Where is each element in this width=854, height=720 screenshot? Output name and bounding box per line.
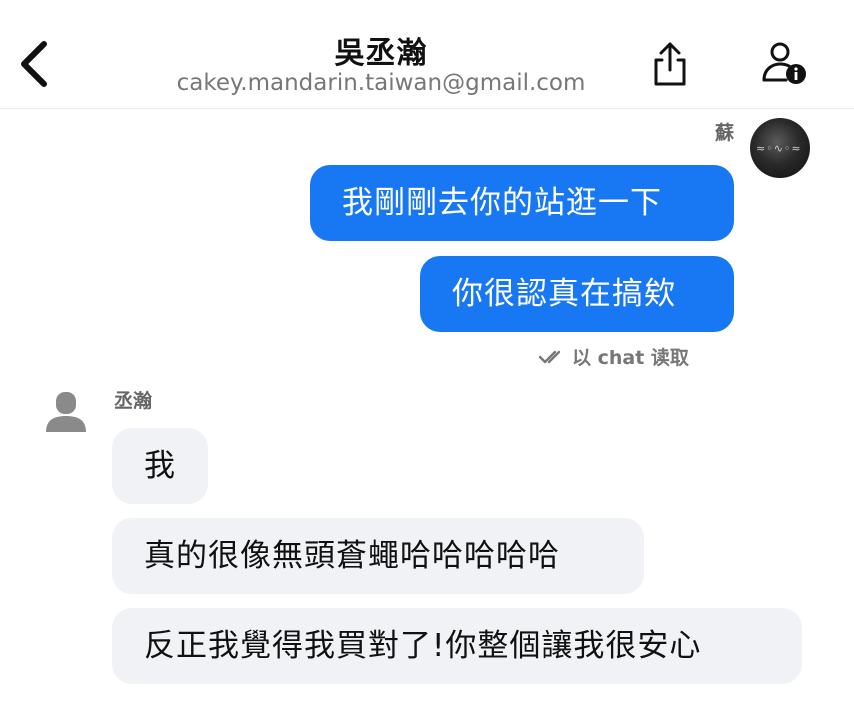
contact-info-button[interactable] bbox=[758, 40, 814, 88]
incoming-message[interactable]: 反正我覺得我買對了!你整個讓我很安心 bbox=[112, 608, 802, 684]
incoming-message[interactable]: 我 bbox=[112, 428, 208, 504]
my-avatar[interactable]: ≈◦∿◦≈ bbox=[750, 118, 810, 178]
read-receipt-text: 以 chat 读取 bbox=[572, 347, 689, 369]
chat-header: 吳丞瀚 cakey.mandarin.taiwan@gmail.com bbox=[0, 0, 854, 109]
outgoing-message[interactable]: 我剛剛去你的站逛一下 bbox=[310, 165, 734, 241]
share-button[interactable] bbox=[648, 40, 692, 88]
default-avatar-icon bbox=[46, 392, 86, 432]
outgoing-message[interactable]: 你很認真在搞欸 bbox=[420, 256, 734, 332]
share-icon bbox=[654, 42, 686, 86]
contact-info-icon bbox=[762, 42, 806, 84]
contact-name: 吳丞瀚 bbox=[334, 36, 428, 71]
contact-email: cakey.mandarin.taiwan@gmail.com bbox=[176, 70, 586, 96]
incoming-message[interactable]: 真的很像無頭蒼蠅哈哈哈哈哈 bbox=[112, 518, 644, 594]
avatar-image: ≈◦∿◦≈ bbox=[756, 142, 802, 155]
incoming-sender-name: 丞瀚 bbox=[114, 390, 153, 412]
double-check-icon bbox=[538, 350, 561, 363]
read-receipt: 以 chat 读取 bbox=[538, 343, 689, 370]
contact-avatar[interactable] bbox=[44, 390, 88, 434]
outgoing-sender-name: 蘇 bbox=[714, 122, 734, 144]
